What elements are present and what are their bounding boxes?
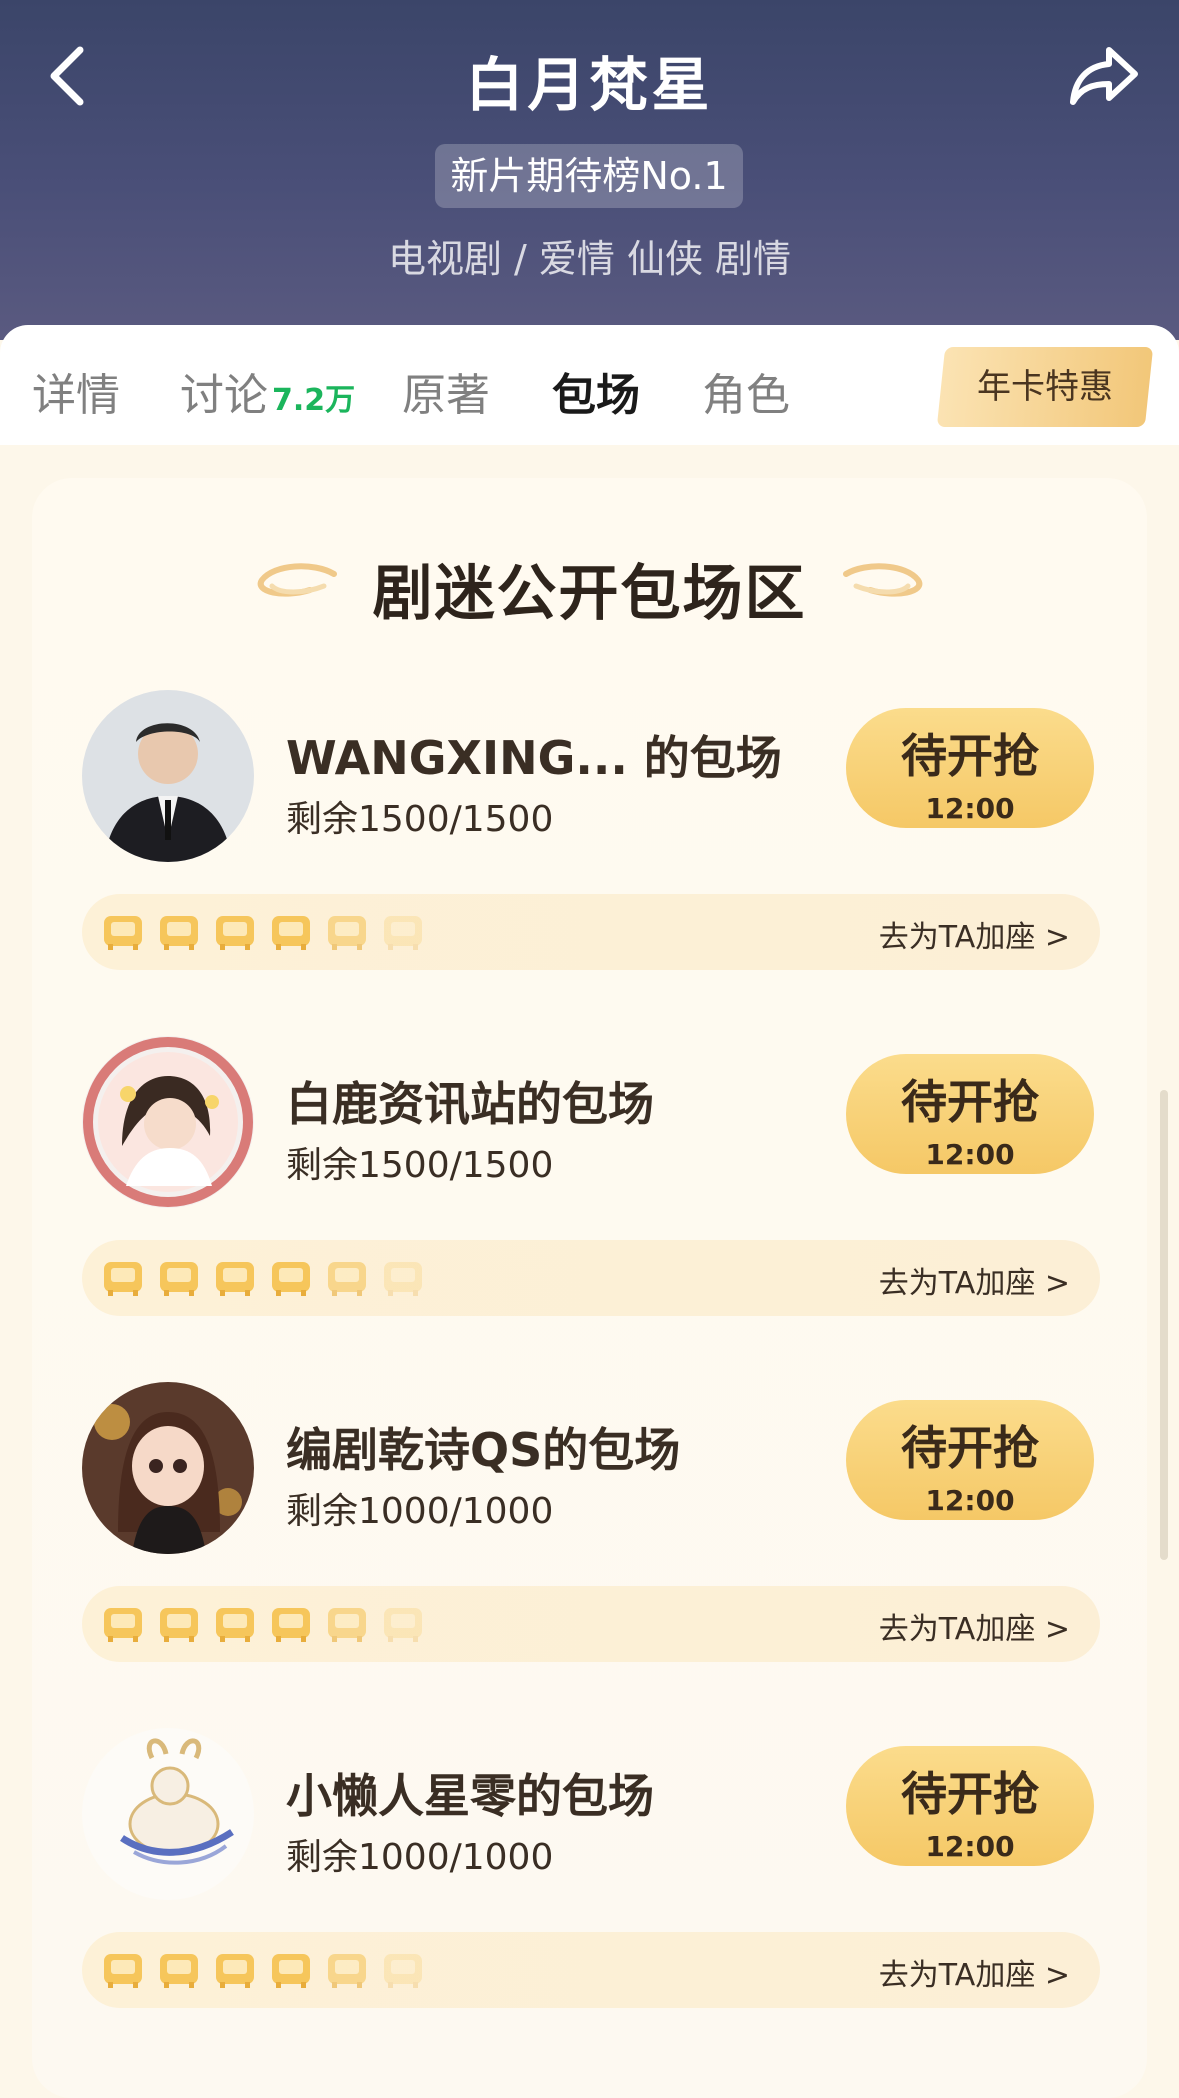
- seat-icon: [160, 1954, 198, 1988]
- seat-icon: [384, 1608, 422, 1642]
- seat-icon: [328, 916, 366, 950]
- seat-icon: [384, 1262, 422, 1296]
- grab-label: 待开抢: [901, 1075, 1039, 1129]
- promo-label: 年卡特惠: [977, 367, 1113, 407]
- avatar[interactable]: [82, 1036, 254, 1208]
- seat-icon: [328, 1954, 366, 1988]
- tab-label: 讨论: [180, 370, 268, 421]
- grab-label: 待开抢: [901, 729, 1039, 783]
- booker-name: 小懒人星零的包场: [286, 1769, 654, 1823]
- seat-icon: [216, 1954, 254, 1988]
- tab-original-novel[interactable]: 原著: [402, 359, 490, 423]
- tab-label: 包场: [552, 370, 640, 421]
- seat-icon: [328, 1262, 366, 1296]
- grab-label: 待开抢: [901, 1421, 1039, 1475]
- seat-icon: [104, 1608, 142, 1642]
- add-seat-link[interactable]: 去为TA加座 >: [879, 1258, 1070, 1302]
- header: 白月梵星 新片期待榜No.1 电视剧 / 爱情 仙侠 剧情: [0, 0, 1179, 340]
- seat-icon: [272, 916, 310, 950]
- tab-discussion[interactable]: 讨论 7.2万: [180, 359, 355, 423]
- tab-label: 原著: [402, 370, 490, 421]
- seat-icon: [272, 1954, 310, 1988]
- seat-icon: [104, 916, 142, 950]
- seat-icon: [272, 1608, 310, 1642]
- grab-time: 12:00: [925, 1484, 1015, 1517]
- seat-icon: [160, 1262, 198, 1296]
- grab-label: 待开抢: [901, 1767, 1039, 1821]
- seats-remaining: 剩余1500/1500: [286, 799, 554, 840]
- seat-bar: 去为TA加座 >: [82, 1586, 1100, 1662]
- avatar[interactable]: [82, 690, 254, 862]
- page-title: 白月梵星: [465, 51, 714, 119]
- booker-name: WANGXING... 的包场: [286, 731, 782, 785]
- booking-card: 白鹿资讯站的包场 剩余1500/1500 待开抢 12:00: [82, 1028, 1097, 1208]
- seats-remaining: 剩余1000/1000: [286, 1491, 554, 1532]
- booking-card: 小懒人星零的包场 剩余1000/1000 待开抢 12:00: [82, 1720, 1097, 1900]
- seat-icon: [272, 1262, 310, 1296]
- tab-characters[interactable]: 角色: [702, 359, 790, 423]
- seat-icon: [216, 1608, 254, 1642]
- discussion-count: 7.2万: [272, 383, 356, 418]
- grab-button[interactable]: 待开抢 12:00: [846, 708, 1094, 828]
- seats-remaining: 剩余1500/1500: [286, 1145, 554, 1186]
- rank-badge[interactable]: 新片期待榜No.1: [435, 144, 743, 208]
- booking-card: 编剧乾诗QS的包场 剩余1000/1000 待开抢 12:00: [82, 1374, 1097, 1554]
- booker-name: 白鹿资讯站的包场: [286, 1077, 654, 1131]
- seat-icon: [160, 1608, 198, 1642]
- tab-private-screening[interactable]: 包场: [552, 359, 640, 423]
- tab-details[interactable]: 详情: [32, 359, 120, 423]
- seat-icon: [384, 916, 422, 950]
- tab-label: 详情: [32, 370, 120, 421]
- swirl-decoration-icon: [843, 563, 923, 597]
- scrollbar[interactable]: [1160, 1090, 1168, 1560]
- seat-icon: [104, 1954, 142, 1988]
- booker-name: 编剧乾诗QS的包场: [286, 1423, 681, 1477]
- share-icon[interactable]: [1069, 44, 1139, 108]
- avatar[interactable]: [82, 1728, 254, 1900]
- seat-icon: [216, 916, 254, 950]
- seat-bar: 去为TA加座 >: [82, 1240, 1100, 1316]
- grab-time: 12:00: [925, 792, 1015, 825]
- grab-button[interactable]: 待开抢 12:00: [846, 1054, 1094, 1174]
- seat-icon: [384, 1954, 422, 1988]
- seat-icon: [104, 1262, 142, 1296]
- annual-card-promo-tab[interactable]: 年卡特惠: [936, 347, 1154, 427]
- tab-bar: 详情 讨论 7.2万 原著 包场 角色 年卡特惠: [0, 325, 1179, 445]
- seats-remaining: 剩余1000/1000: [286, 1837, 554, 1878]
- seat-icon: [328, 1608, 366, 1642]
- seat-icon: [160, 916, 198, 950]
- add-seat-link[interactable]: 去为TA加座 >: [879, 1604, 1070, 1648]
- avatar[interactable]: [82, 1382, 254, 1554]
- booking-card: WANGXING... 的包场 剩余1500/1500 待开抢 12:00: [82, 682, 1097, 862]
- grab-time: 12:00: [925, 1138, 1015, 1171]
- seat-bar: 去为TA加座 >: [82, 1932, 1100, 2008]
- add-seat-link[interactable]: 去为TA加座 >: [879, 1950, 1070, 1994]
- tab-label: 角色: [702, 370, 790, 421]
- seat-bar: 去为TA加座 >: [82, 894, 1100, 970]
- add-seat-link[interactable]: 去为TA加座 >: [879, 912, 1070, 956]
- genre-line: 电视剧 / 爱情 仙侠 剧情: [387, 237, 792, 281]
- grab-button[interactable]: 待开抢 12:00: [846, 1400, 1094, 1520]
- section-title: 剧迷公开包场区: [372, 559, 807, 629]
- grab-time: 12:00: [925, 1830, 1015, 1863]
- grab-button[interactable]: 待开抢 12:00: [846, 1746, 1094, 1866]
- seat-icon: [216, 1262, 254, 1296]
